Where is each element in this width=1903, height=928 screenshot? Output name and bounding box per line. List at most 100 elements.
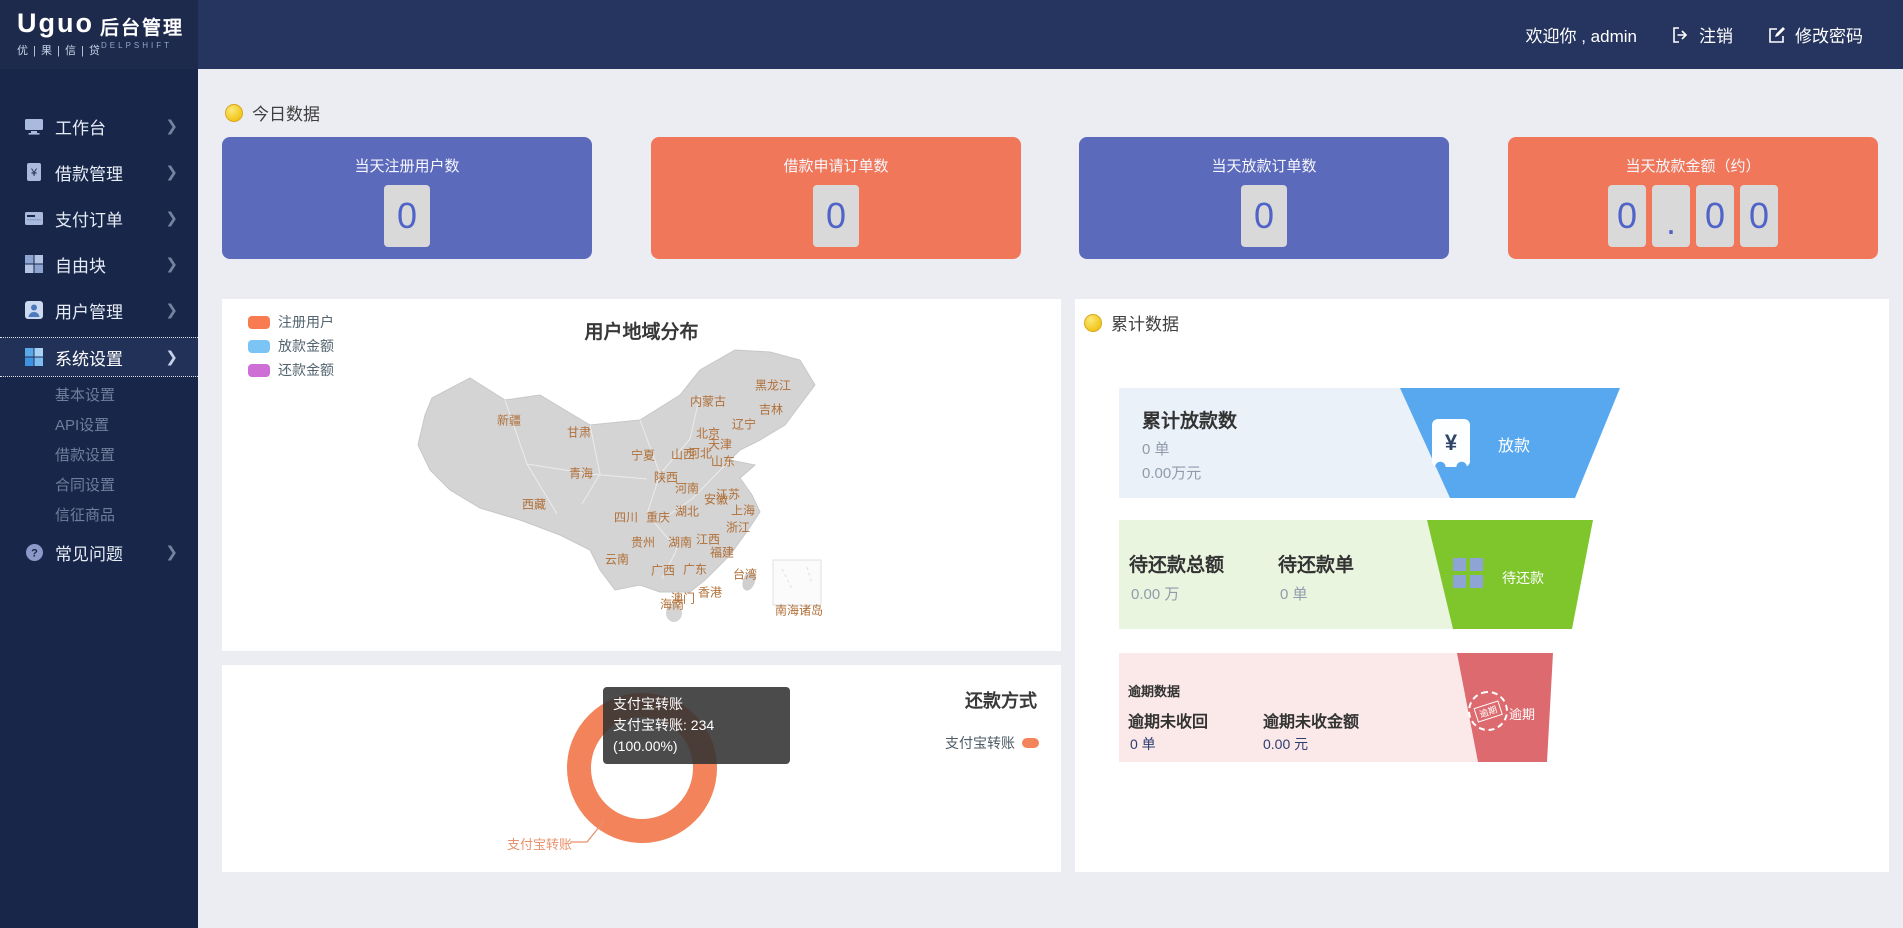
sidebar-subitem-basic-settings[interactable]: 基本设置 <box>0 379 198 409</box>
map-province-label: 宁夏 <box>631 447 655 464</box>
chevron-right-icon: ❯ <box>165 255 178 273</box>
legend-label: 支付宝转账 <box>945 733 1015 753</box>
user-icon <box>24 300 44 320</box>
sidebar-item-label: 支付订单 <box>55 206 123 231</box>
map-province-label: 新疆 <box>497 412 521 429</box>
summary-row-disbursed: 累计放款数 0 单 0.00万元 ¥ 放款 <box>1119 388 1865 498</box>
stat-card-title: 当天放款订单数 <box>1079 155 1449 176</box>
logout-label: 注销 <box>1699 22 1733 47</box>
map-province-label: 福建 <box>710 544 734 561</box>
map-province-label: 四川 <box>614 509 638 526</box>
sidebar-item-user-management[interactable]: 用户管理 ❯ <box>0 288 198 332</box>
legend-marker <box>1022 738 1039 748</box>
row-tag-label: 逾期 <box>1509 704 1535 723</box>
sidebar-item-faq[interactable]: ? 常见问题 ❯ <box>0 532 198 572</box>
logo-tagline: 优 | 果 | 信 | 贷 <box>17 42 101 58</box>
sidebar-subitem-api-settings[interactable]: API设置 <box>0 409 198 439</box>
map-province-label: 湖北 <box>675 503 699 520</box>
map-province-label: 贵州 <box>631 534 655 551</box>
change-password-label: 修改密码 <box>1795 22 1863 47</box>
map-province-label: 台湾 <box>733 566 757 583</box>
change-password-button[interactable]: 修改密码 <box>1767 22 1863 47</box>
sidebar-item-label: 自由块 <box>55 252 106 277</box>
sidebar-subitem-credit-products[interactable]: 信征商品 <box>0 499 198 529</box>
map-province-label: 湖南 <box>668 534 692 551</box>
donut-chart-title: 还款方式 <box>965 687 1037 713</box>
section-title: 累计数据 <box>1111 310 1179 335</box>
stat-card-digit: . <box>1652 185 1690 247</box>
stat-card-value: 0 <box>813 185 859 247</box>
chevron-right-icon: ❯ <box>165 209 178 227</box>
sidebar: 工作台 ❯ ¥ 借款管理 ❯ 支付订单 ❯ 自由块 ❯ 用户管理 ❯ 系统设置 <box>0 69 198 928</box>
stat-card-disbursed-orders: 当天放款订单数 0 <box>1079 137 1449 259</box>
sidebar-item-label: 用户管理 <box>55 298 123 323</box>
today-section-header: 今日数据 <box>225 100 320 125</box>
logo: Uguo 优 | 果 | 信 | 贷 后台管理 DELPSHIFT <box>0 0 198 69</box>
grid-icon <box>24 254 44 274</box>
map-province-label: 广东 <box>683 561 707 578</box>
map-province-label: 吉林 <box>759 401 783 418</box>
sidebar-item-label: 借款管理 <box>55 160 123 185</box>
region-map-panel: 用户地域分布 注册用户 放款金额 还款金额 <box>222 299 1061 651</box>
sidebar-item-system-settings[interactable]: 系统设置 ❯ <box>0 337 198 377</box>
sidebar-item-workbench[interactable]: 工作台 ❯ <box>0 104 198 148</box>
stat-card-value: 0 <box>384 185 430 247</box>
map-province-label: 辽宁 <box>732 416 756 433</box>
row-col1-value: 0.00 万 <box>1131 583 1179 604</box>
chevron-right-icon: ❯ <box>165 543 178 561</box>
donut-legend-item[interactable]: 支付宝转账 <box>945 733 1039 753</box>
stat-card-title: 借款申请订单数 <box>651 155 1021 176</box>
yen-ticket-icon: ¥ <box>1432 419 1470 467</box>
sidebar-item-free-blocks[interactable]: 自由块 ❯ <box>0 242 198 286</box>
summary-row-pending: 待还款总额 0.00 万 待还款单 0 单 待还款 <box>1119 520 1865 629</box>
tooltip-series-name: 支付宝转账 <box>613 694 780 715</box>
map-province-label: 广西 <box>651 562 675 579</box>
sidebar-item-label: 系统设置 <box>55 345 123 370</box>
row-tag-label: 待还款 <box>1502 568 1544 588</box>
welcome-text: 欢迎你 , admin <box>1526 22 1637 47</box>
sidebar-item-loan-management[interactable]: ¥ 借款管理 ❯ <box>0 150 198 194</box>
monitor-icon <box>24 116 44 136</box>
sidebar-subitem-label: API设置 <box>55 414 109 435</box>
row-col1-value: 0 单 <box>1130 734 1156 754</box>
windows-grid-icon <box>24 347 44 367</box>
row-count: 0 单 <box>1142 438 1170 459</box>
map-province-label: 黑龙江 <box>755 377 791 394</box>
sidebar-item-payment-orders[interactable]: 支付订单 ❯ <box>0 196 198 240</box>
map-province-label: 青海 <box>569 465 593 482</box>
coin-icon <box>225 104 243 122</box>
sidebar-subitem-label: 借款设置 <box>55 444 115 465</box>
logout-icon <box>1671 25 1691 45</box>
stat-card-loan-applications: 借款申请订单数 0 <box>651 137 1021 259</box>
row-col2-value: 0 单 <box>1280 583 1308 604</box>
stat-card-disbursed-amount: 当天放款金额（约） 0 . 0 0 <box>1508 137 1878 259</box>
map-province-label: 安徽 <box>704 491 728 508</box>
row-col2-title: 待还款单 <box>1278 550 1354 577</box>
row-tag-label: 放款 <box>1498 432 1530 456</box>
map-province-label: 西藏 <box>522 496 546 513</box>
app-subtitle: DELPSHIFT <box>101 41 172 50</box>
row-amount: 0.00万元 <box>1142 462 1201 483</box>
map-province-label: 河南 <box>675 480 699 497</box>
stat-card-digit: 0 <box>1696 185 1734 247</box>
coin-icon <box>1084 314 1102 332</box>
row-col1-title: 待还款总额 <box>1129 550 1224 577</box>
map-province-label: 海南 <box>660 596 684 613</box>
logout-button[interactable]: 注销 <box>1671 22 1733 47</box>
row-title: 累计放款数 <box>1142 406 1237 433</box>
app-title: 后台管理 <box>100 13 184 40</box>
svg-text:¥: ¥ <box>30 167 38 179</box>
summary-row-overdue: 逾期数据 逾期未收回 0 单 逾期未收金额 0.00 元 逾期 逾期 <box>1119 653 1865 762</box>
donut-slice-label: 支付宝转账 <box>507 834 572 853</box>
chevron-right-icon: ❯ <box>165 348 178 366</box>
sidebar-subitem-contract-settings[interactable]: 合同设置 <box>0 469 198 499</box>
edit-icon <box>1767 25 1787 45</box>
sidebar-subitem-loan-settings[interactable]: 借款设置 <box>0 439 198 469</box>
stat-card-title: 当天注册用户数 <box>222 155 592 176</box>
map-province-label: 甘肃 <box>567 424 591 441</box>
section-title: 今日数据 <box>252 100 320 125</box>
logo-text: Uguo <box>17 8 94 39</box>
repay-method-panel: 支付宝转账 支付宝转账: 234 (100.00%) 还款方式 支付宝转账 支付… <box>222 665 1061 872</box>
summary-section-header: 累计数据 <box>1084 310 1179 335</box>
row-col2-value: 0.00 元 <box>1263 734 1308 754</box>
